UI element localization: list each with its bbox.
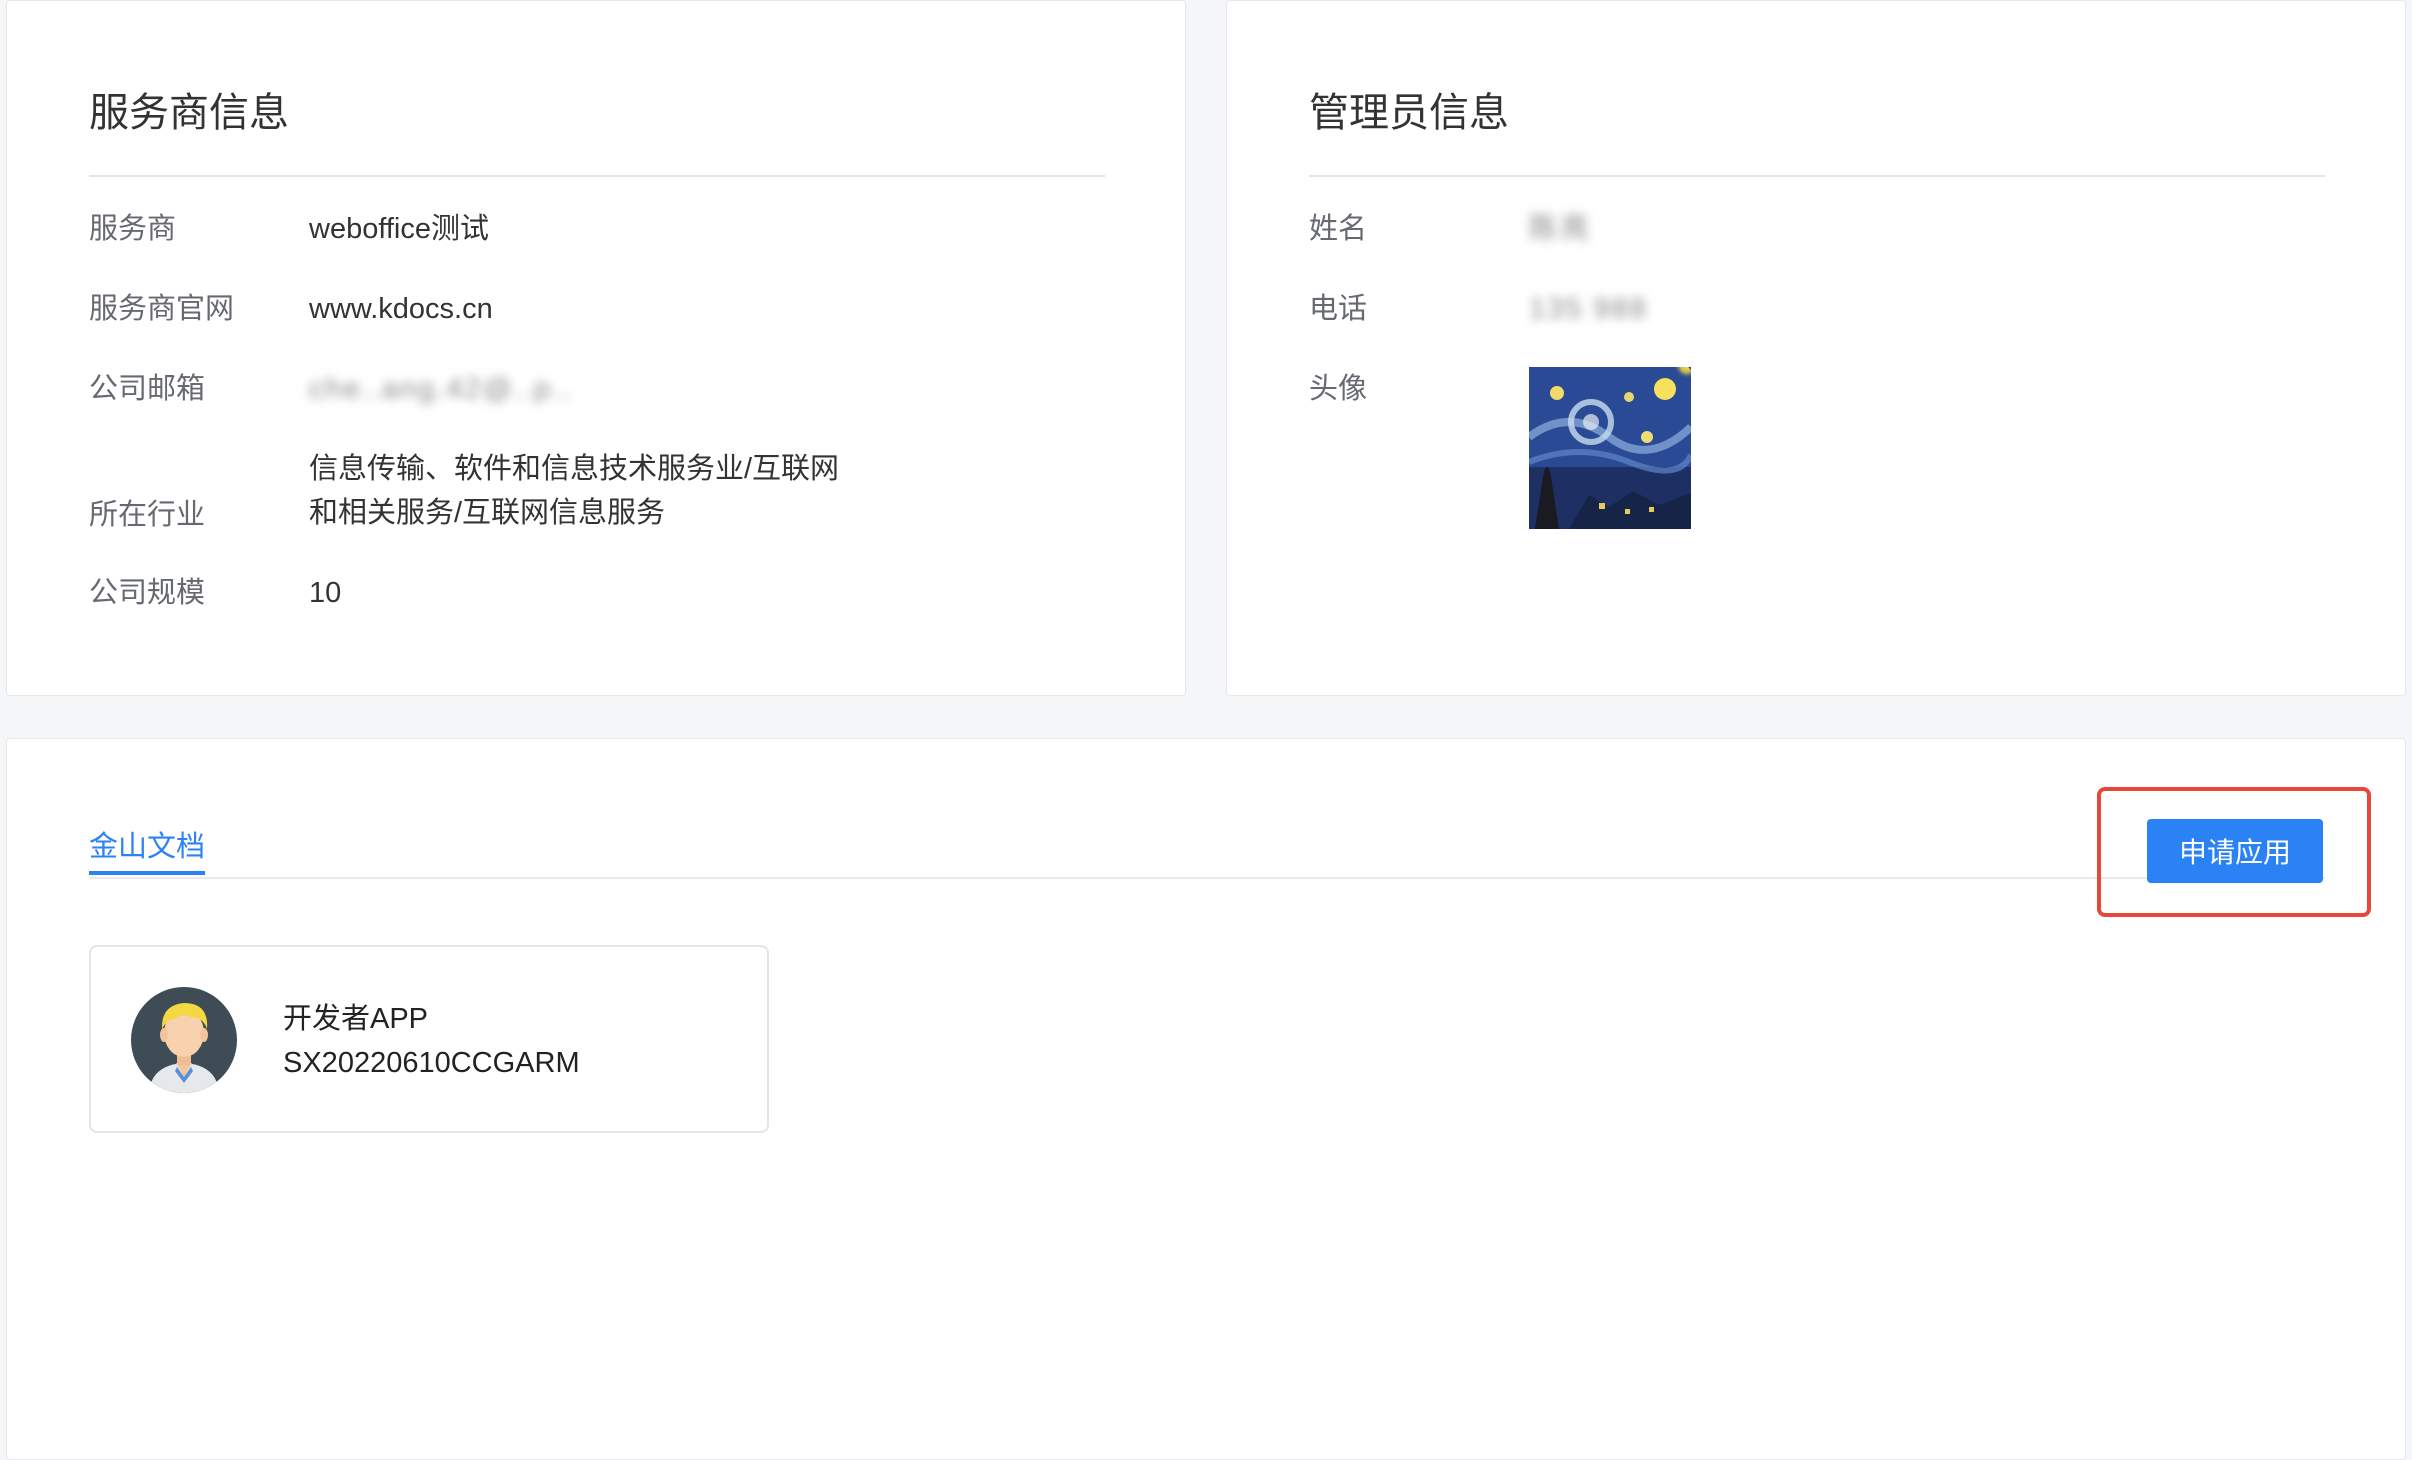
- info-row-vendor: 服务商 weboffice测试: [89, 207, 1105, 251]
- tab-bar: 金山文档: [89, 827, 2325, 879]
- divider: [89, 175, 1105, 177]
- info-label: 服务商官网: [89, 293, 235, 325]
- info-label: 电话: [1309, 293, 1368, 325]
- info-value: weboffice测试: [309, 213, 489, 245]
- tab-kdocs[interactable]: 金山文档: [89, 827, 206, 875]
- info-row-website: 服务商官网 www.kdocs.cn: [89, 287, 1105, 331]
- name-value-redacted: 陈亮: [1529, 213, 1592, 245]
- info-label: 服务商: [89, 213, 177, 245]
- info-label: 姓名: [1309, 213, 1368, 245]
- phone-value-redacted: 135 988: [1529, 293, 1648, 325]
- apply-app-button[interactable]: 申请应用: [2147, 819, 2323, 883]
- info-row-size: 公司规模 10: [89, 571, 1105, 615]
- info-label: 所在行业: [89, 499, 206, 531]
- admin-info-title: 管理员信息: [1309, 91, 1509, 135]
- apps-card: 金山文档 申请应用 开发者APP SX20220610CCGARM: [6, 738, 2406, 1460]
- divider: [1309, 175, 2325, 177]
- app-item[interactable]: 开发者APP SX20220610CCGARM: [89, 945, 769, 1133]
- info-value: 10: [309, 577, 342, 609]
- info-value: www.kdocs.cn: [309, 293, 493, 325]
- info-row-name: 姓名 陈亮: [1309, 207, 2325, 251]
- info-value-line2: 和相关服务/互联网信息服务: [309, 497, 666, 529]
- app-name: 开发者APP: [283, 1003, 429, 1035]
- email-value-redacted: che..ang.42@..p..: [309, 373, 573, 405]
- app-id: SX20220610CCGARM: [283, 1047, 580, 1079]
- info-row-industry: 所在行业 信息传输、软件和信息技术服务业/互联网 和相关服务/互联网信息服务: [89, 447, 1105, 537]
- vendor-info-title: 服务商信息: [89, 91, 289, 135]
- info-row-email: 公司邮箱 che..ang.42@..p..: [89, 367, 1105, 411]
- info-label: 公司规模: [89, 577, 206, 609]
- info-label: 公司邮箱: [89, 373, 206, 405]
- info-label: 头像: [1309, 373, 1368, 405]
- info-row-avatar: 头像: [1309, 367, 2325, 537]
- info-value-line1: 信息传输、软件和信息技术服务业/互联网: [309, 453, 840, 485]
- admin-info-card: 管理员信息 姓名 陈亮 电话 135 988 头像: [1226, 0, 2406, 696]
- starry-night-avatar-icon: [1529, 367, 1691, 529]
- vendor-info-card: 服务商信息 服务商 weboffice测试 服务商官网 www.kdocs.cn…: [6, 0, 1186, 696]
- info-row-phone: 电话 135 988: [1309, 287, 2325, 331]
- developer-avatar-icon: [131, 987, 237, 1093]
